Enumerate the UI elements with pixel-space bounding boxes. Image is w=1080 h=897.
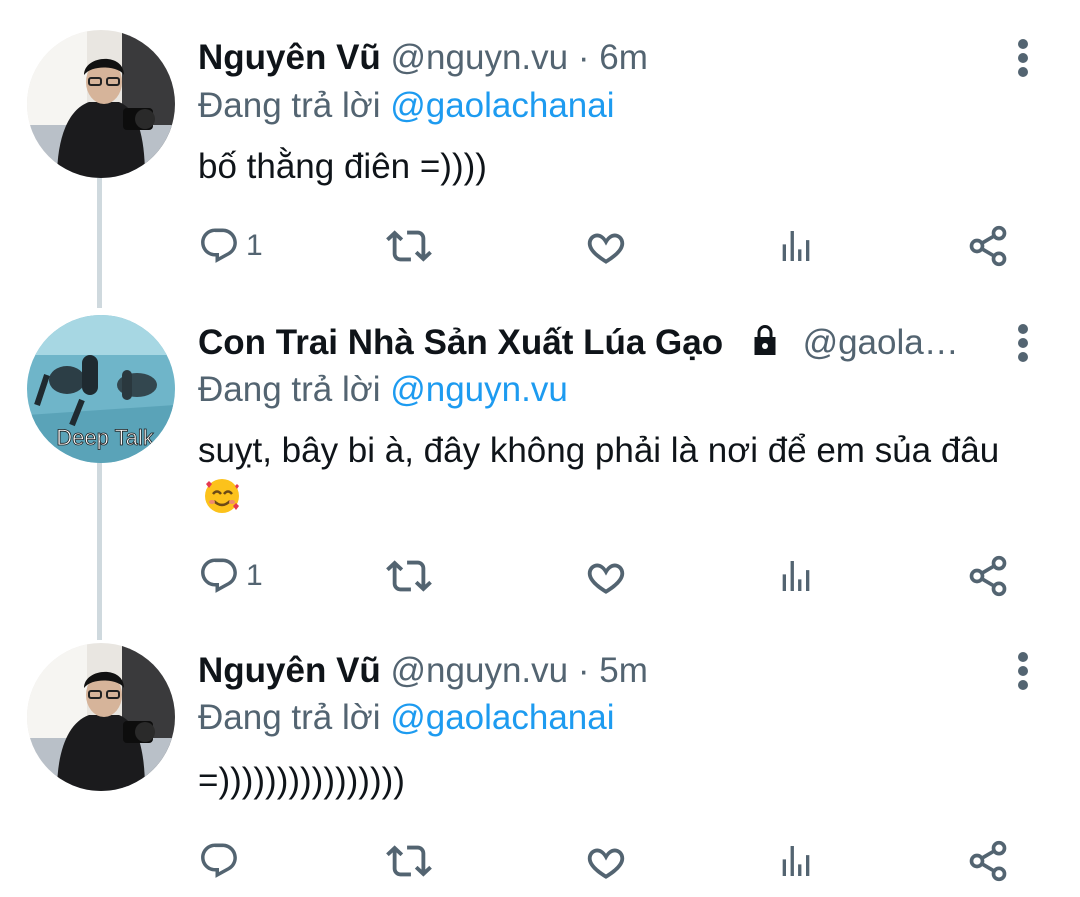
avatar[interactable] [27,643,175,791]
share-button[interactable] [966,221,1010,271]
tweet-text: =)))))))))))))))) [198,761,405,800]
views-button[interactable] [776,551,816,601]
display-name[interactable]: Nguyên Vũ [198,38,381,77]
action-bar: 1 [198,551,1028,601]
avatar-image [27,643,175,791]
more-options-icon[interactable] [1016,38,1030,78]
retweet-button[interactable] [386,551,432,601]
user-handle[interactable]: @nguyn.vu [391,38,569,77]
more-options-icon[interactable] [1016,651,1030,691]
avatar-image: Deep Talk [27,315,175,463]
replying-to: Đang trả lời @gaolachanai [198,696,615,740]
reply-button[interactable] [198,836,246,886]
replying-to-label: Đang trả lời [198,698,381,737]
share-icon [966,839,1010,883]
reply-count: 1 [246,229,263,262]
tweet[interactable]: Nguyên Vũ @nguyn.vu · 5m Đang trả lời @g… [0,630,1080,897]
replying-to-label: Đang trả lời [198,370,381,409]
share-icon [966,554,1010,598]
display-name[interactable]: Con Trai Nhà Sản Xuất Lúa Gạo [198,323,723,362]
user-handle[interactable]: @nguyn.vu [391,651,569,690]
share-button[interactable] [966,551,1010,601]
retweet-button[interactable] [386,221,432,271]
heart-icon [583,838,629,884]
smiling-face-with-hearts-icon [202,476,242,528]
mention-link[interactable]: @gaolachanai [390,86,614,125]
avatar[interactable]: Deep Talk [27,315,175,463]
separator-dot: · [577,38,590,77]
like-button[interactable] [583,836,629,886]
share-button[interactable] [966,836,1010,886]
avatar-image [27,30,175,178]
retweet-button[interactable] [386,836,432,886]
reply-button[interactable]: 1 [198,551,263,601]
replying-to: Đang trả lời @gaolachanai [198,84,615,128]
tweet-text: suỵt, bây bi à, đây không phải là nơi để… [198,428,1010,528]
avatar-caption: Deep Talk [56,425,154,450]
lock-icon [747,322,783,369]
separator-dot: · [577,651,590,690]
like-button[interactable] [583,551,629,601]
action-bar [198,836,1028,886]
retweet-icon [386,223,432,269]
replying-to-label: Đang trả lời [198,86,381,125]
timestamp[interactable]: 5m [599,651,648,690]
display-name[interactable]: Nguyên Vũ [198,651,381,690]
tweet[interactable]: Nguyên Vũ @nguyn.vu · 6m Đang trả lời @g… [0,0,1080,300]
like-button[interactable] [583,221,629,271]
user-handle[interactable]: @gaola… [803,323,959,362]
reply-icon [198,225,240,267]
timestamp[interactable]: 6m [599,38,648,77]
avatar[interactable] [27,30,175,178]
mention-link[interactable]: @nguyn.vu [390,370,568,409]
mention-link[interactable]: @gaolachanai [390,698,614,737]
views-button[interactable] [776,221,816,271]
views-button[interactable] [776,836,816,886]
more-options-icon[interactable] [1016,323,1030,363]
tweet-header: Nguyên Vũ @nguyn.vu · 6m [198,36,1000,80]
heart-icon [583,553,629,599]
tweet-text: bố thằng điên =)))) [198,147,487,186]
reply-icon [198,840,240,882]
tweet-text-content: suỵt, bây bi à, đây không phải là nơi để… [198,431,1000,470]
views-icon [776,556,816,596]
reply-icon [198,555,240,597]
views-icon [776,841,816,881]
retweet-icon [386,553,432,599]
reply-button[interactable]: 1 [198,221,263,271]
action-bar: 1 [198,221,1028,271]
views-icon [776,226,816,266]
retweet-icon [386,838,432,884]
tweet-header: Nguyên Vũ @nguyn.vu · 5m [198,649,1000,693]
tweet-header: Con Trai Nhà Sản Xuất Lúa Gạo @gaola… [198,321,1000,369]
heart-icon [583,223,629,269]
share-icon [966,224,1010,268]
reply-count: 1 [246,559,263,592]
tweet[interactable]: Deep Talk Con Trai Nhà Sản Xuất Lúa Gạo … [0,300,1080,630]
replying-to: Đang trả lời @nguyn.vu [198,368,568,412]
